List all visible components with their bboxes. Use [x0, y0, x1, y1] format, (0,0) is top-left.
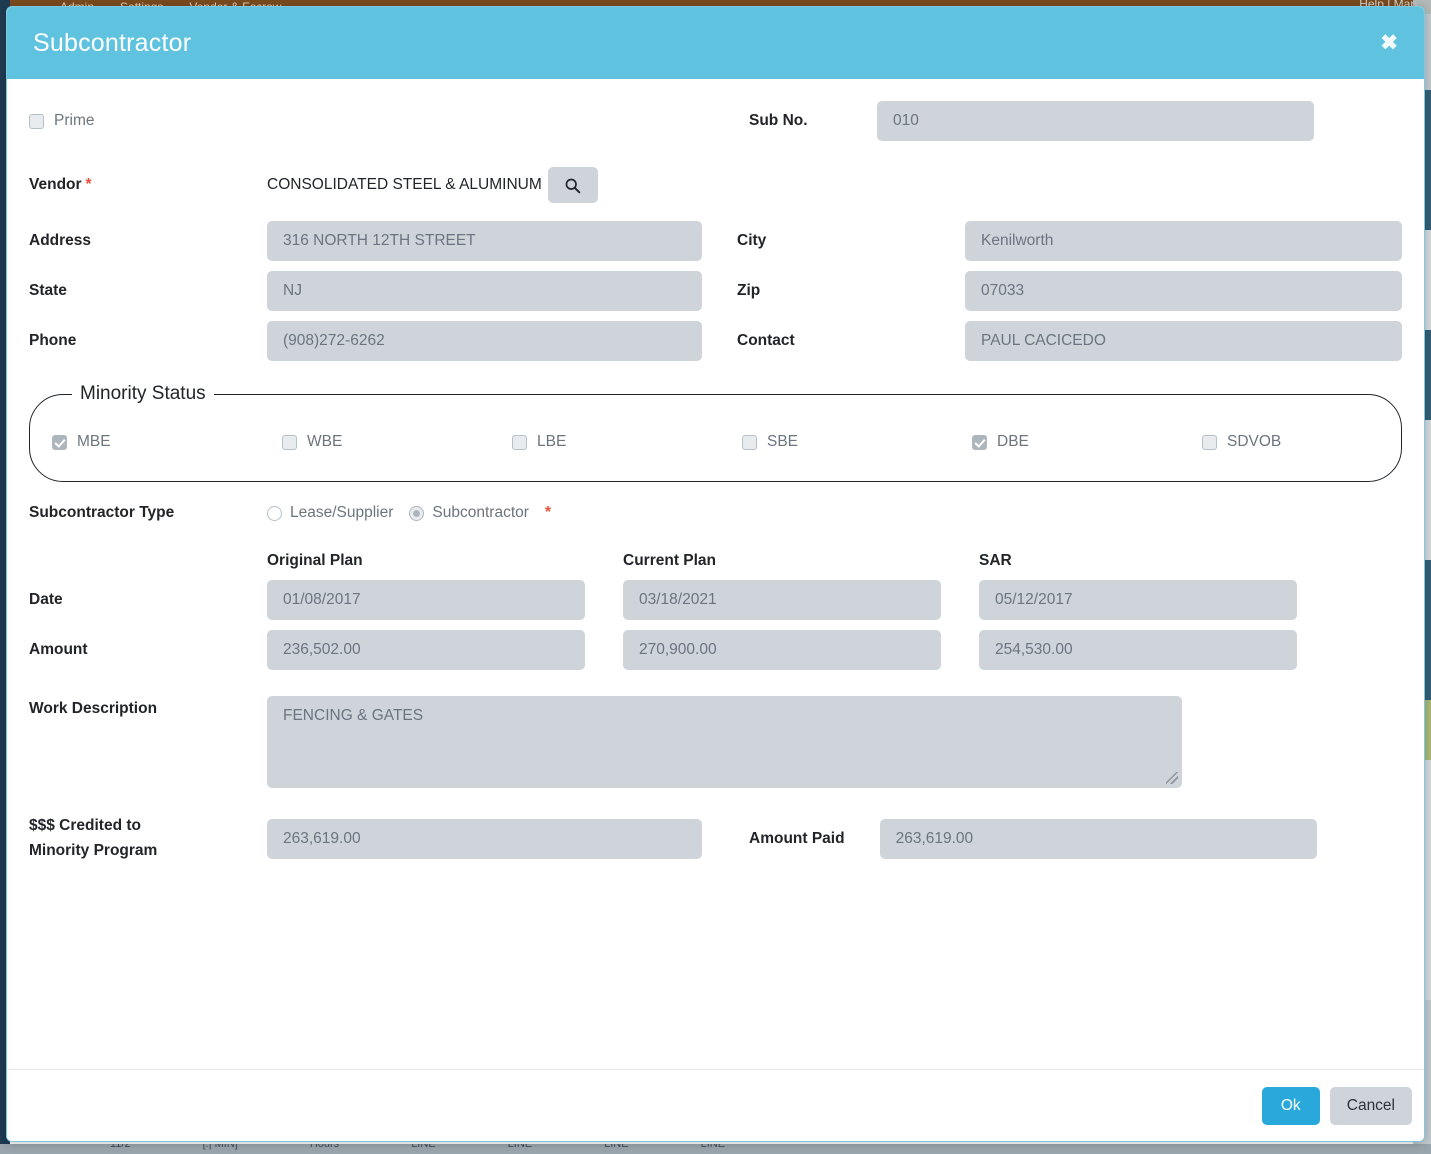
amount-paid-label: Amount Paid: [749, 829, 845, 847]
work-description-row: Work Description FENCING & GATES: [29, 696, 1402, 788]
address-input[interactable]: 316 NORTH 12TH STREET: [267, 221, 702, 261]
minority-status-fieldset: Minority Status MBE WBE LBE SBE DBE SDVO…: [29, 383, 1402, 482]
minority-option-lbe[interactable]: LBE: [512, 433, 742, 451]
modal-footer: Ok Cancel: [7, 1069, 1424, 1141]
credited-label: $$$ Credited to Minority Program: [29, 814, 267, 864]
work-description-textarea[interactable]: FENCING & GATES: [267, 696, 1182, 788]
current-plan-date-input[interactable]: 03/18/2021: [623, 580, 941, 620]
background-bottom-item: LINE: [507, 1144, 533, 1150]
original-plan-header: Original Plan: [267, 552, 363, 569]
date-row: Date 01/08/2017 03/18/2021 05/12/2017: [29, 580, 1402, 620]
background-bottom-item: LINE: [700, 1144, 726, 1150]
address-city-row: Address 316 NORTH 12TH STREET City Kenil…: [29, 221, 1402, 261]
minority-status-legend: Minority Status: [80, 383, 206, 404]
sbe-checkbox[interactable]: [742, 434, 757, 450]
zip-label: Zip: [737, 282, 761, 299]
prime-checkbox[interactable]: [29, 113, 44, 129]
phone-input[interactable]: (908)272-6262: [267, 321, 702, 361]
vendor-value: CONSOLIDATED STEEL & ALUMINUM: [267, 176, 542, 193]
city-label: City: [737, 232, 767, 249]
lease-supplier-label: Lease/Supplier: [290, 504, 394, 521]
subcontractor-type-row: Subcontractor Type Lease/Supplier Subcon…: [29, 504, 1402, 522]
credited-amount-paid-row: $$$ Credited to Minority Program 263,619…: [29, 814, 1402, 864]
minority-option-dbe[interactable]: DBE: [972, 433, 1202, 451]
state-label: State: [29, 282, 67, 299]
minority-option-sbe[interactable]: SBE: [742, 433, 972, 451]
contact-label: Contact: [737, 332, 795, 349]
sar-amount-input[interactable]: 254,530.00: [979, 630, 1297, 670]
minority-option-sdvob[interactable]: SDVOB: [1202, 433, 1281, 451]
sbe-label: SBE: [767, 433, 799, 450]
sub-no-input[interactable]: 010: [877, 101, 1314, 141]
phone-contact-row: Phone (908)272-6262 Contact PAUL CACICED…: [29, 321, 1402, 361]
resize-handle-icon[interactable]: [1166, 772, 1178, 784]
minority-option-wbe[interactable]: WBE: [282, 433, 512, 451]
vendor-label: Vendor *: [29, 176, 267, 194]
sar-date-input[interactable]: 05/12/2017: [979, 580, 1297, 620]
minority-option-mbe[interactable]: MBE: [52, 433, 282, 451]
original-plan-date-input[interactable]: 01/08/2017: [267, 580, 585, 620]
lbe-label: LBE: [537, 433, 567, 450]
vendor-row: Vendor * CONSOLIDATED STEEL & ALUMINUM: [29, 167, 1402, 203]
minority-status-options: MBE WBE LBE SBE DBE SDVOB: [52, 419, 1379, 451]
amount-row: Amount 236,502.00 270,900.00 254,530.00: [29, 630, 1402, 670]
plan-columns-header: Original Plan Current Plan SAR: [29, 552, 1402, 570]
amount-label: Amount: [29, 641, 88, 658]
city-input[interactable]: Kenilworth: [965, 221, 1402, 261]
work-description-label: Work Description: [29, 700, 158, 717]
background-bottom-item: LINE: [411, 1144, 436, 1150]
lease-supplier-radio[interactable]: [267, 505, 282, 521]
prime-subno-row: Prime Sub No. 010: [29, 101, 1402, 141]
wbe-label: WBE: [307, 433, 343, 450]
state-input[interactable]: NJ: [267, 271, 702, 311]
background-bottom-item: LINE: [604, 1144, 629, 1150]
current-plan-header: Current Plan: [623, 552, 717, 569]
contact-input[interactable]: PAUL CACICEDO: [965, 321, 1402, 361]
current-plan-amount-input[interactable]: 270,900.00: [623, 630, 941, 670]
modal-body: Prime Sub No. 010 Vendor * CONSOLIDATED S…: [7, 79, 1424, 1069]
search-icon: [565, 178, 581, 193]
work-description-value: FENCING & GATES: [283, 707, 424, 724]
sub-no-label: Sub No.: [749, 112, 808, 129]
vendor-required-marker: *: [85, 176, 92, 193]
original-plan-amount-input[interactable]: 236,502.00: [267, 630, 585, 670]
zip-input[interactable]: 07033: [965, 271, 1402, 311]
ok-button[interactable]: Ok: [1261, 1086, 1320, 1125]
mbe-label: MBE: [77, 433, 111, 450]
modal-header: Subcontractor ✖: [7, 7, 1424, 79]
lbe-checkbox[interactable]: [512, 434, 527, 450]
state-zip-row: State NJ Zip 07033: [29, 271, 1402, 311]
cancel-button[interactable]: Cancel: [1329, 1086, 1412, 1125]
subcontractor-type-required-marker: *: [544, 504, 552, 521]
sdvob-label: SDVOB: [1227, 433, 1282, 450]
subcontractor-radio[interactable]: [409, 505, 425, 521]
background-bottom-item: 11/2: [110, 1144, 131, 1150]
vendor-label-text: Vendor: [29, 176, 82, 193]
mbe-checkbox[interactable]: [52, 434, 67, 450]
subcontractor-modal: Subcontractor ✖ Prime Sub No. 010 Vendor…: [6, 6, 1425, 1142]
background-bottom-item: [:| MIN]: [202, 1144, 238, 1150]
vendor-search-button[interactable]: [547, 167, 598, 203]
background-bottom-strip: 11/2 [:| MIN] Hours LINE LINE LINE LINE: [0, 1144, 1431, 1154]
sdvob-checkbox[interactable]: [1202, 434, 1217, 450]
credited-input[interactable]: 263,619.00: [267, 818, 702, 859]
address-label: Address: [29, 232, 92, 249]
prime-label: Prime: [54, 112, 95, 129]
close-icon[interactable]: ✖: [1380, 33, 1398, 54]
credited-label-line1: $$$ Credited to: [29, 817, 141, 834]
background-bottom-item: Hours: [309, 1144, 340, 1150]
subcontractor-radio-label: Subcontractor: [432, 504, 529, 521]
page-root: Admin Settings Vendor & Escrow Help | Ma…: [0, 0, 1431, 1154]
phone-label: Phone: [29, 332, 77, 349]
dbe-label: DBE: [997, 433, 1029, 450]
credited-label-line2: Minority Program: [29, 841, 158, 859]
sar-header: SAR: [979, 552, 1012, 569]
wbe-checkbox[interactable]: [282, 434, 297, 450]
amount-paid-input[interactable]: 263,619.00: [879, 818, 1317, 859]
dbe-checkbox[interactable]: [972, 434, 987, 450]
date-label: Date: [29, 591, 63, 608]
modal-title: Subcontractor: [33, 28, 192, 57]
subcontractor-type-label: Subcontractor Type: [29, 504, 175, 521]
